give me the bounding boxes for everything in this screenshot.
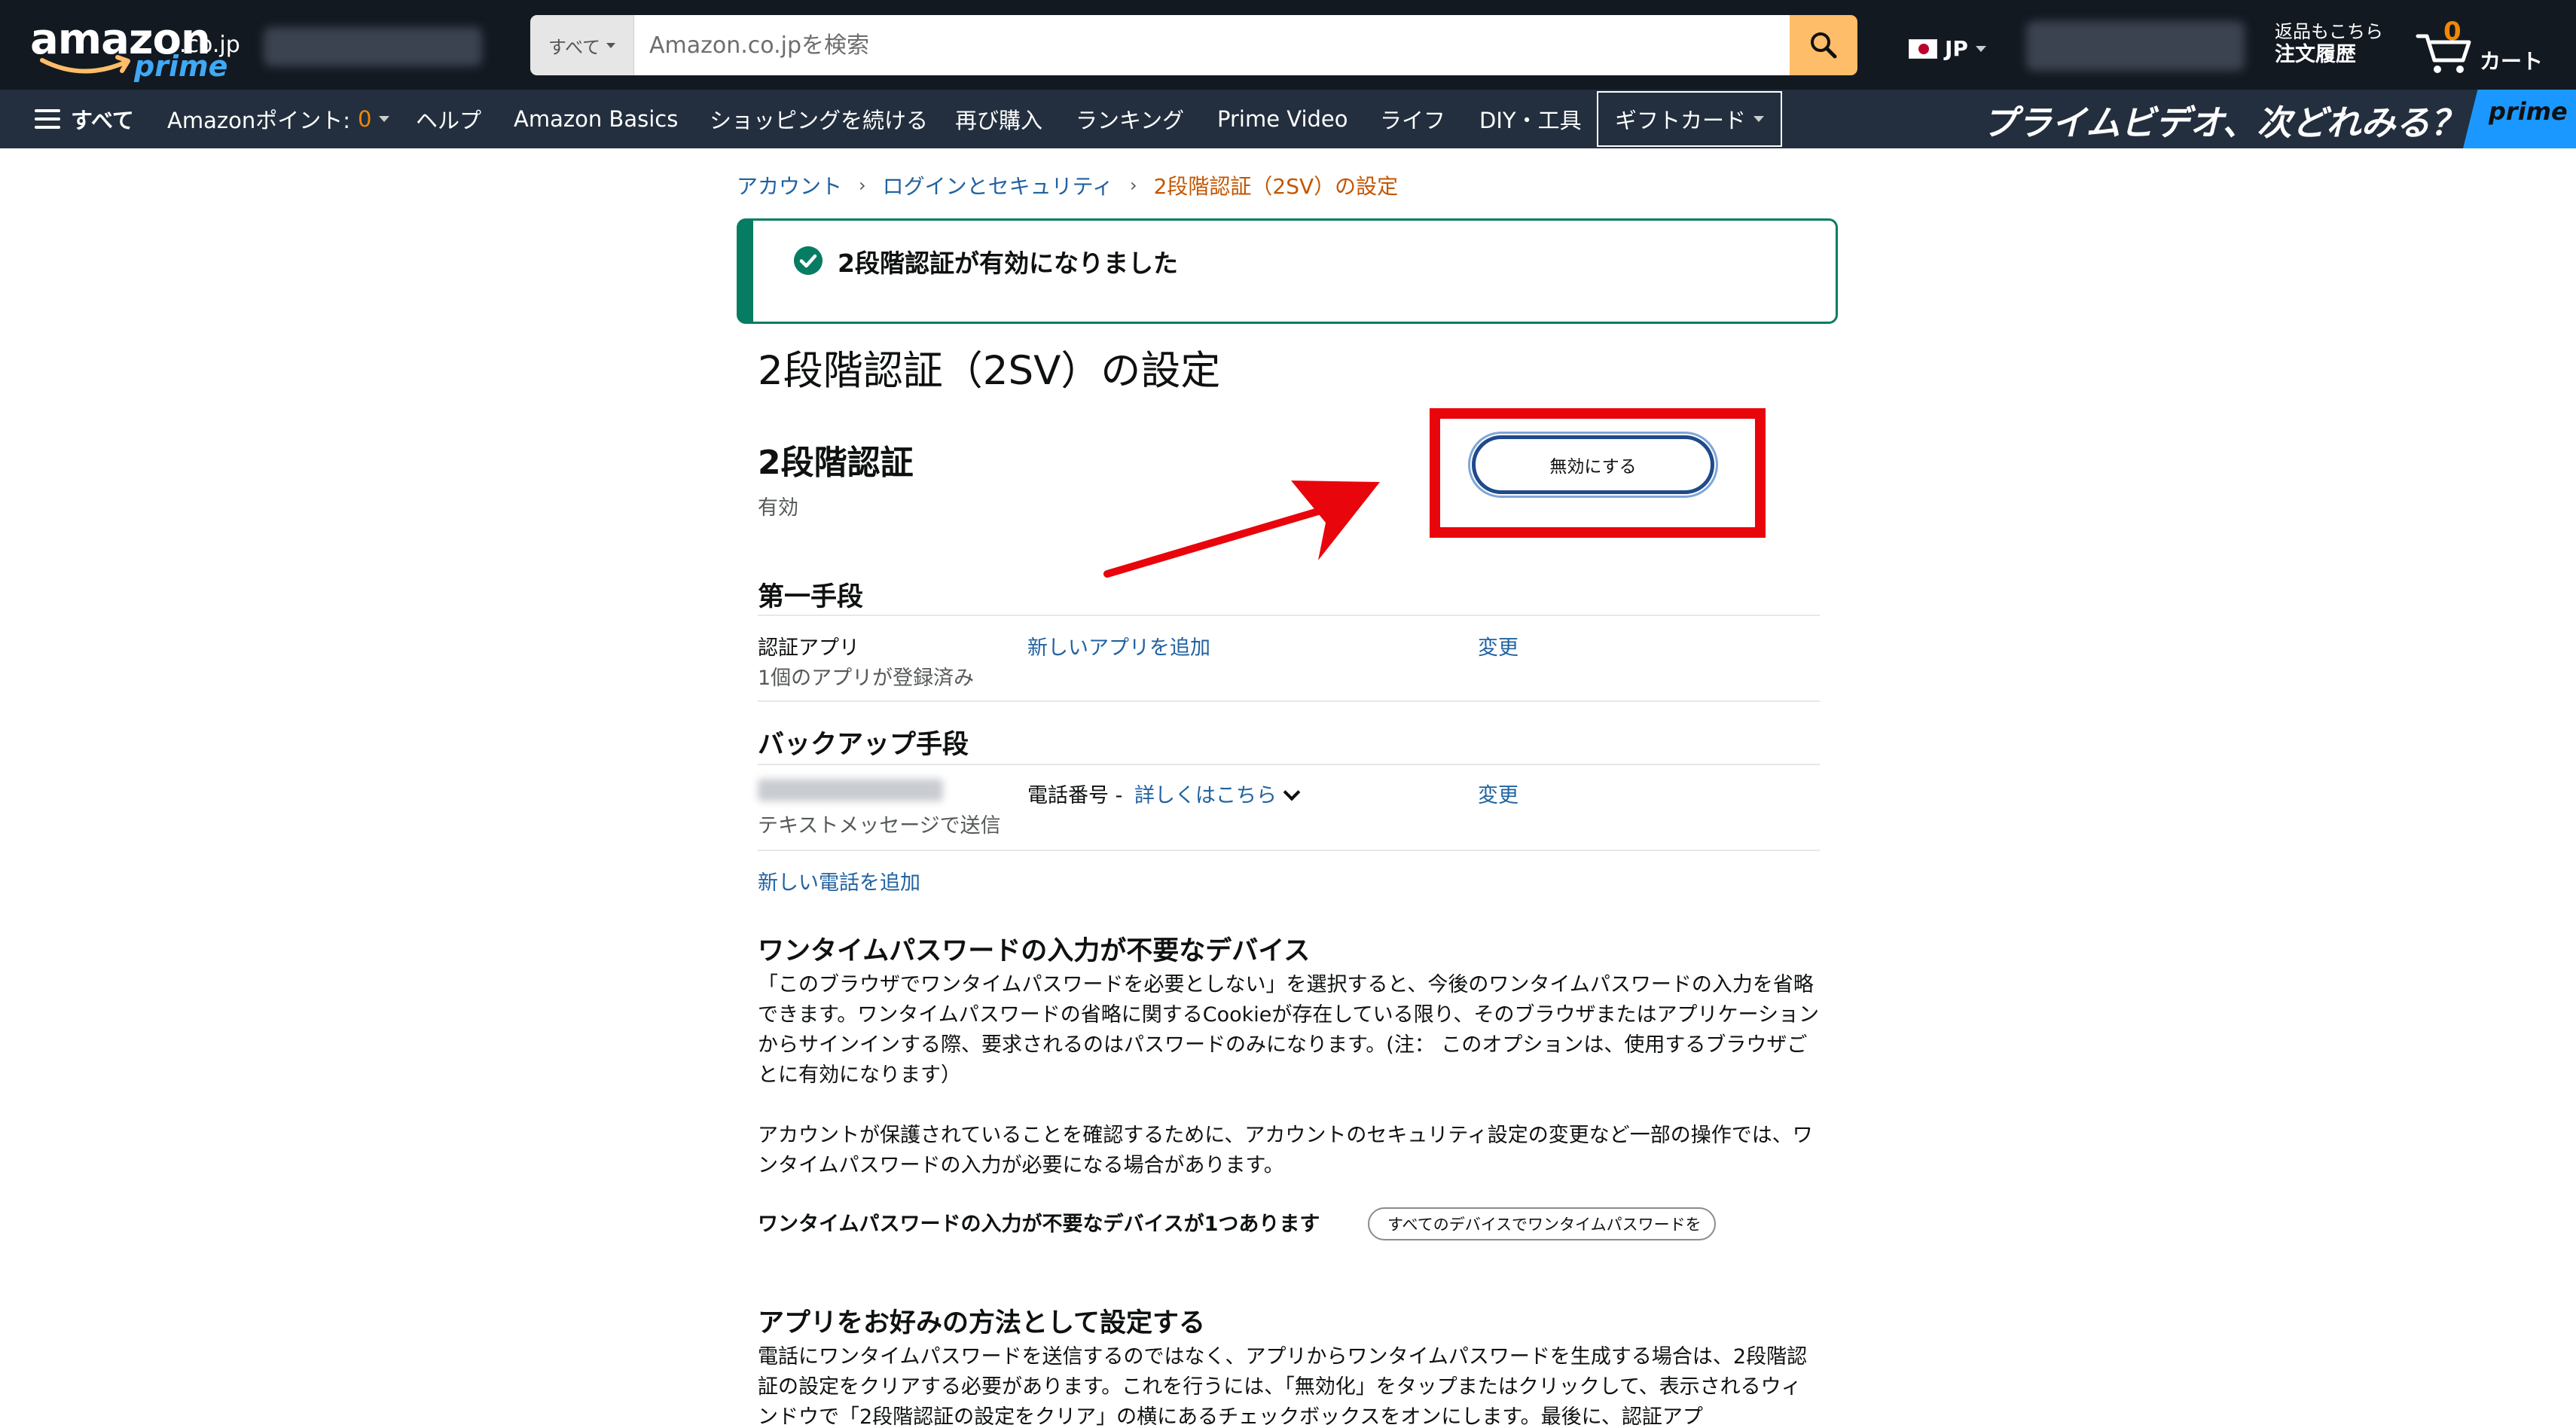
prime-banner-text: プライムビデオ、次どれみる？ xyxy=(1982,102,2465,143)
auth-app-count: 1個のアプリが登録済み xyxy=(758,667,975,690)
hamburger-icon xyxy=(35,109,60,129)
nav-item-diy-tools[interactable]: DIY・工具 xyxy=(1479,90,1582,148)
nav-item-continue-shopping[interactable]: ショッピングを続ける xyxy=(710,90,928,148)
change-primary-link[interactable]: 変更 xyxy=(1478,631,1518,661)
primary-method-heading: 第一手段 xyxy=(758,582,864,612)
prime-logo-text: prime xyxy=(2489,97,2568,126)
chevron-down-icon xyxy=(1975,45,1986,52)
orders-small-text: 返品もこちら xyxy=(2275,21,2383,42)
search-input[interactable] xyxy=(634,15,1790,75)
chevron-down-icon xyxy=(379,116,390,122)
nav-item-life[interactable]: ライフ xyxy=(1380,90,1445,148)
prime-video-banner[interactable]: プライムビデオ、次どれみる？ prime xyxy=(1958,90,2576,148)
app-preference-heading: アプリをお好みの方法として設定する xyxy=(758,1308,1205,1338)
search-bar: すべて xyxy=(530,15,1857,75)
search-button[interactable] xyxy=(1790,15,1857,75)
change-backup-link[interactable]: 変更 xyxy=(1478,779,1518,808)
nav-item-buy-again[interactable]: 再び購入 xyxy=(955,90,1042,148)
nav-item-gift-card[interactable]: ギフトカード xyxy=(1597,91,1783,147)
divider xyxy=(758,700,1820,702)
app-preference-description: 電話にワンタイムパスワードを送信するのではなく、アプリからワンタイムパスワードを… xyxy=(758,1345,1808,1428)
success-alert: 2段階認証が有効になりました xyxy=(737,218,1838,324)
learn-more-label: 詳しくはこちら xyxy=(1134,784,1277,807)
language-selector[interactable]: JP xyxy=(1909,36,1986,61)
nav-item-amazon-basics[interactable]: Amazon Basics xyxy=(514,90,678,148)
add-new-app-link[interactable]: 新しいアプリを追加 xyxy=(1027,631,1210,661)
points-link[interactable]: Amazonポイント: 0 xyxy=(167,90,390,148)
flag-jp-icon xyxy=(1909,38,1937,59)
search-category-label: すべて xyxy=(548,36,601,58)
points-label: Amazonポイント: xyxy=(167,108,350,133)
chevron-down-icon xyxy=(1283,783,1301,801)
top-nav: amazon .co.jp prime すべて JP 返品もこちら 注文履歴 0 xyxy=(0,0,2576,90)
nav-item-help[interactable]: ヘルプ xyxy=(416,90,481,148)
otp-devices-description: 「このブラウザでワンタイムパスワードを必要としない」を選択すると、今後のワンタイ… xyxy=(758,973,1819,1087)
backup-method-heading: バックアップ手段 xyxy=(758,730,969,760)
page-title: 2段階認証（2SV）の設定 xyxy=(758,348,1221,394)
nav-item-prime-video[interactable]: Prime Video xyxy=(1217,90,1348,148)
orders-link[interactable]: 返品もこちら 注文履歴 xyxy=(2275,21,2383,67)
gift-card-label: ギフトカード xyxy=(1615,108,1747,133)
account-menu-redacted[interactable] xyxy=(2026,21,2245,71)
add-new-phone-link[interactable]: 新しい電話を追加 xyxy=(758,866,920,896)
nav-item-ranking[interactable]: ランキング xyxy=(1076,90,1184,148)
delivery-address-redacted[interactable] xyxy=(264,27,482,66)
divider xyxy=(758,764,1820,765)
all-menu-label: すべて xyxy=(71,108,134,133)
success-message: 2段階認証が有効になりました xyxy=(838,249,1178,278)
breadcrumb: アカウント › ログインとセキュリティ › 2段階認証（2SV）の設定 xyxy=(737,170,1398,200)
backup-send-method: テキストメッセージで送信 xyxy=(758,814,1001,838)
learn-more-link[interactable]: 詳しくはこちら xyxy=(1134,779,1301,808)
cart-label: カート xyxy=(2480,49,2544,74)
2sv-section-title: 2段階認証 xyxy=(758,444,914,482)
language-label: JP xyxy=(1945,36,1968,61)
chevron-down-icon xyxy=(606,42,616,48)
logo-prime: prime xyxy=(134,50,228,83)
red-highlight-box xyxy=(1430,408,1766,538)
all-menu-button[interactable]: すべて xyxy=(35,90,134,148)
otp-devices-heading: ワンタイムパスワードの入力が不要なデバイス xyxy=(758,936,1311,966)
breadcrumb-login-security[interactable]: ログインとセキュリティ xyxy=(883,170,1113,200)
search-icon xyxy=(1811,32,1837,59)
cart-icon xyxy=(2416,34,2471,73)
check-circle-icon xyxy=(794,246,823,275)
points-value: 0 xyxy=(357,106,372,132)
chevron-down-icon xyxy=(1753,116,1765,122)
auth-app-label: 認証アプリ xyxy=(758,636,859,660)
otp-devices-note: アカウントが保護されていることを確認するために、アカウントのセキュリティ設定の変… xyxy=(758,1124,1813,1177)
2sv-status: 有効 xyxy=(758,496,798,520)
red-arrow-annotation xyxy=(1103,481,1380,578)
amazon-logo[interactable]: amazon .co.jp prime xyxy=(30,15,241,83)
cart-link[interactable]: 0 カート xyxy=(2415,17,2550,77)
phone-number-redacted xyxy=(758,779,943,801)
breadcrumb-account[interactable]: アカウント xyxy=(737,170,842,200)
divider xyxy=(758,850,1820,851)
breadcrumb-current: 2段階認証（2SV）の設定 xyxy=(1153,174,1399,199)
search-category-select[interactable]: すべて xyxy=(530,15,634,75)
otp-device-count: ワンタイムパスワードの入力が不要なデバイスが1つあります xyxy=(758,1213,1320,1236)
orders-big-text: 注文履歴 xyxy=(2275,42,2356,66)
breadcrumb-separator: › xyxy=(1129,175,1137,196)
require-otp-all-devices-button[interactable]: すべてのデバイスでワンタイムパスワードを xyxy=(1368,1207,1716,1240)
breadcrumb-separator: › xyxy=(859,175,866,196)
phone-number-label: 電話番号 - xyxy=(1027,784,1123,807)
smile-icon xyxy=(40,55,130,74)
divider xyxy=(758,615,1820,616)
